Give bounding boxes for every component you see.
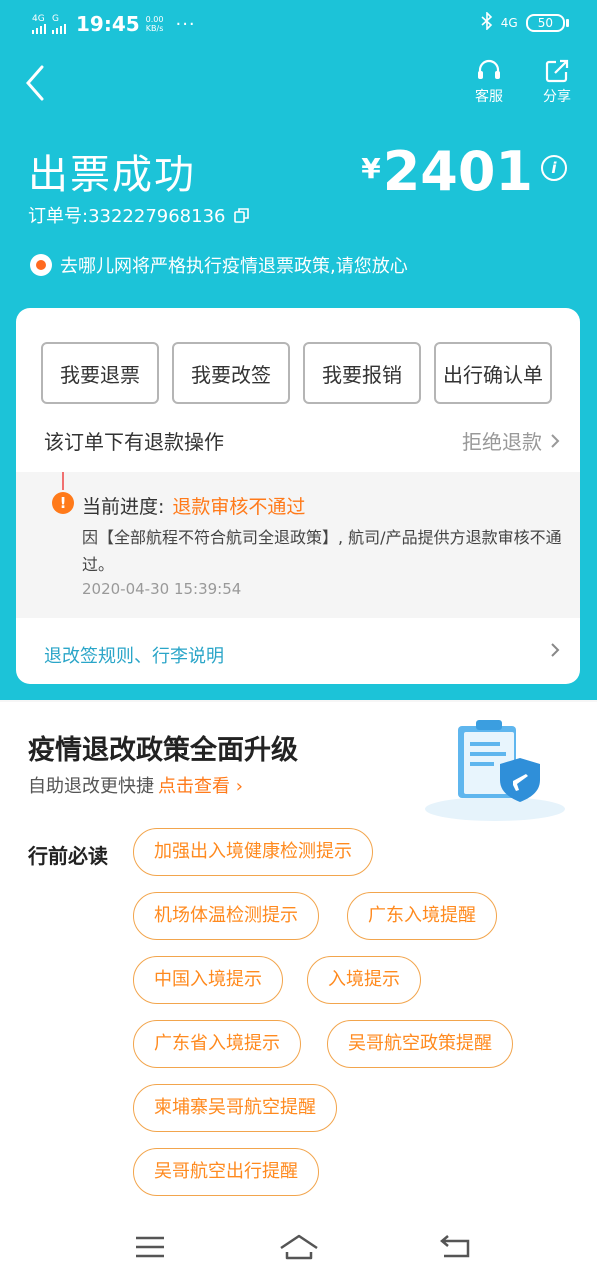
price-amount: 2401 <box>382 140 533 203</box>
net-speed: 0.00 KB/s <box>146 15 164 33</box>
service-label: 客服 <box>475 89 503 105</box>
refund-operation-row[interactable]: 该订单下有退款操作 拒绝退款 <box>44 426 560 455</box>
status-bar: 4G G 19:45 0.00 KB/s ··· 4G 50 <box>0 0 597 46</box>
sig2-label: G <box>52 13 59 24</box>
battery-indicator: 50 <box>525 13 570 32</box>
menu-icon <box>136 1236 164 1258</box>
progress-timeline-line <box>62 472 64 490</box>
copy-icon[interactable] <box>233 207 250 223</box>
refund-label: 该订单下有退款操作 <box>44 430 224 454</box>
chevron-right-icon <box>551 433 560 448</box>
order-price: ¥2401 <box>361 140 533 203</box>
bluetooth-icon <box>481 11 493 33</box>
home-button[interactable] <box>278 1232 318 1262</box>
order-number-row: 订单号:332227968136 <box>28 202 250 228</box>
progress-description: 因【全部航程不符合航司全退政策】, 航司/产品提供方退款审核不通过。 <box>82 528 562 574</box>
tag-china-entry[interactable]: 中国入境提示 <box>133 956 283 1004</box>
signal-1: 4G <box>32 13 46 34</box>
headset-icon <box>478 59 500 79</box>
tag-entry[interactable]: 入境提示 <box>307 956 421 1004</box>
notice-text: 去哪儿网将严格执行疫情退票政策,请您放心 <box>60 256 408 277</box>
rules-link[interactable]: 退改签规则、行李说明 <box>44 646 224 667</box>
back-arrow-icon <box>440 1235 470 1258</box>
system-nav-bar <box>0 1212 597 1280</box>
refund-status-text: 拒绝退款 <box>462 430 542 454</box>
notice-dot-icon <box>30 254 52 276</box>
order-card: 我要退票 我要改签 我要报销 出行确认单 该订单下有退款操作 拒绝退款 ! 当前… <box>16 308 580 684</box>
chevron-left-icon <box>26 65 44 101</box>
upgrade-subtitle: 自助退改更快捷 <box>28 776 154 797</box>
share-button[interactable]: 分享 <box>532 58 582 106</box>
tag-angkor-air-travel[interactable]: 吴哥航空出行提醒 <box>133 1148 319 1196</box>
tag-airport-temperature[interactable]: 机场体温检测提示 <box>133 892 319 940</box>
tag-cambodia-angkor-air[interactable]: 柬埔寨吴哥航空提醒 <box>133 1084 337 1132</box>
must-read-label: 行前必读 <box>28 844 108 868</box>
policy-clipboard-illustration <box>425 720 565 821</box>
network-type: 4G <box>500 15 518 30</box>
page-title: 出票成功 <box>28 152 196 198</box>
upgrade-title: 疫情退改政策全面升级 <box>28 735 298 766</box>
speed-value: 0.00 <box>145 15 164 24</box>
tag-angkor-air-policy[interactable]: 吴哥航空政策提醒 <box>327 1020 513 1068</box>
warning-icon: ! <box>52 492 74 514</box>
progress-label: 当前进度: <box>82 496 165 518</box>
refund-progress-panel: ! 当前进度: 退款审核不通过 因【全部航程不符合航司全退政策】, 航司/产品提供… <box>16 472 580 618</box>
order-number: 订单号:332227968136 <box>28 206 226 227</box>
change-ticket-button[interactable]: 我要改签 <box>172 342 290 404</box>
speed-unit: KB/s <box>145 24 164 33</box>
policy-section: 疫情退改政策全面升级 自助退改更快捷 点击查看 › 行前必读 加强出入境健康检测提… <box>0 702 597 1280</box>
signal-2: G <box>52 13 66 34</box>
progress-value: 退款审核不通过 <box>172 496 306 518</box>
share-icon <box>545 59 569 83</box>
chevron-right-icon <box>551 643 560 657</box>
sig1-label: 4G <box>32 13 45 24</box>
upgrade-subtitle-row: 自助退改更快捷 点击查看 › <box>28 772 243 798</box>
tag-health-check[interactable]: 加强出入境健康检测提示 <box>133 828 373 876</box>
price-info-icon[interactable]: i <box>541 155 567 181</box>
menu-button[interactable] <box>130 1232 170 1262</box>
view-details-link[interactable]: 点击查看 › <box>158 776 243 797</box>
refund-ticket-button[interactable]: 我要退票 <box>41 342 159 404</box>
back-nav-button[interactable] <box>436 1232 476 1262</box>
currency-symbol: ¥ <box>361 152 381 185</box>
progress-label-row: 当前进度: 退款审核不通过 <box>82 492 305 519</box>
reimbursement-button[interactable]: 我要报销 <box>303 342 421 404</box>
progress-timestamp: 2020-04-30 15:39:54 <box>82 580 242 598</box>
clock: 19:45 <box>76 12 140 36</box>
share-label: 分享 <box>543 89 571 105</box>
travel-confirmation-button[interactable]: 出行确认单 <box>434 342 552 404</box>
home-icon <box>280 1234 318 1260</box>
tag-guangdong-province-entry[interactable]: 广东省入境提示 <box>133 1020 301 1068</box>
more-dots: ··· <box>175 13 196 35</box>
tag-guangdong-entry[interactable]: 广东入境提醒 <box>347 892 497 940</box>
back-button[interactable] <box>22 64 52 102</box>
customer-service-button[interactable]: 客服 <box>464 58 514 106</box>
policy-notice: 去哪儿网将严格执行疫情退票政策,请您放心 <box>30 252 408 278</box>
refund-status: 拒绝退款 <box>462 426 560 455</box>
rules-link-row[interactable]: 退改签规则、行李说明 <box>44 642 560 668</box>
